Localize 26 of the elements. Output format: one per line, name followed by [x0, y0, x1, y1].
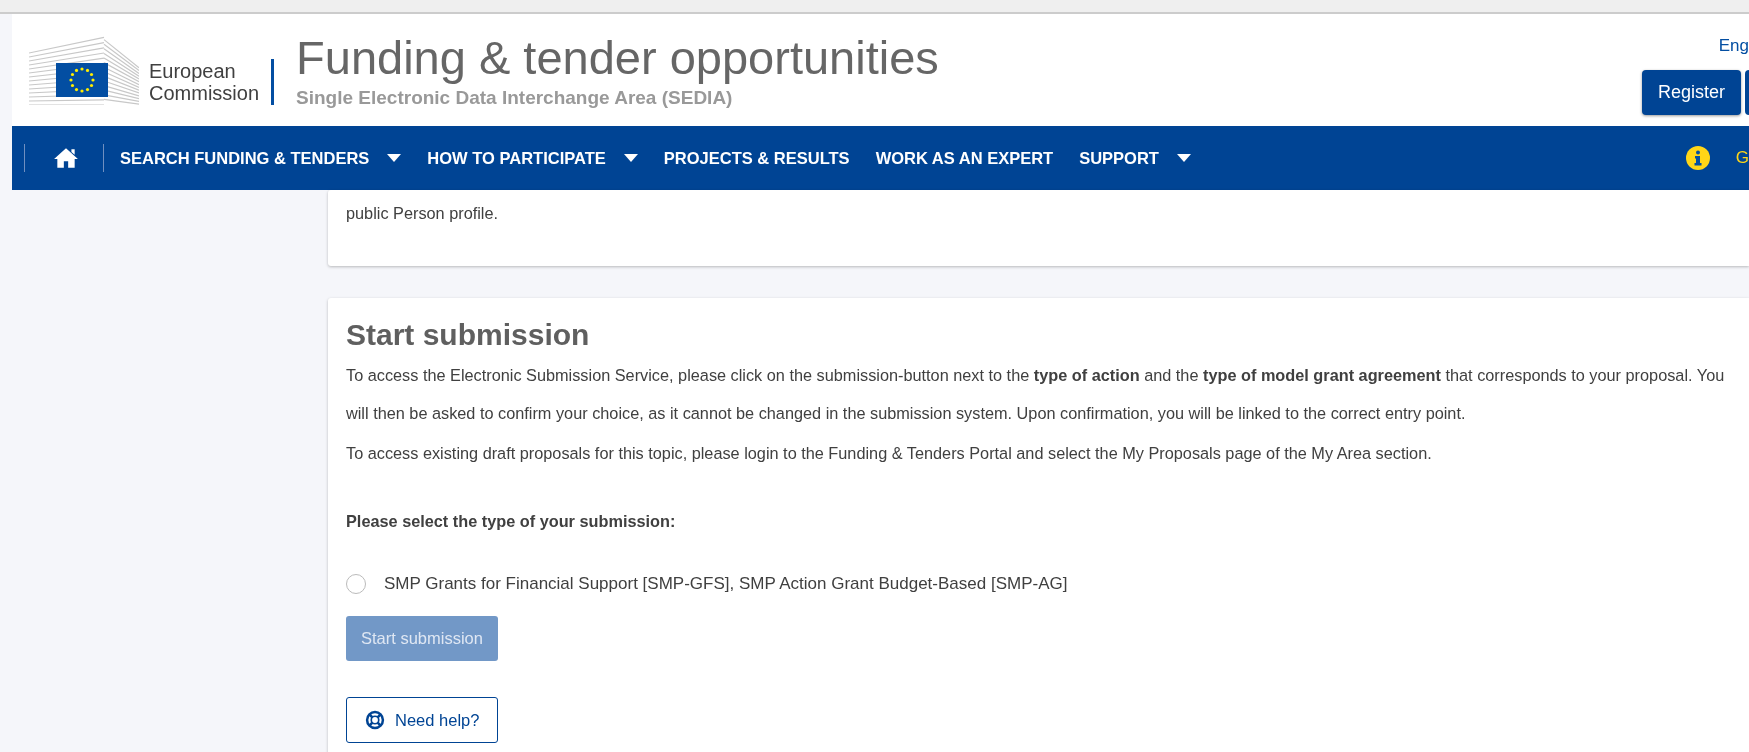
select-label: Please select the type of your submission:	[346, 511, 677, 532]
caret-icon	[387, 154, 402, 162]
nav-menu-item[interactable]: WORK AS AN EXPERT	[875, 148, 1054, 168]
nav-menu-item[interactable]: SUPPORT	[1079, 148, 1191, 168]
nav-link[interactable]: G	[1735, 148, 1749, 168]
nav-menu-item[interactable]: SEARCH FUNDING & TENDERS	[120, 148, 402, 168]
nav-menu-item[interactable]: PROJECTS & RESULTS	[663, 148, 850, 168]
header-button[interactable]	[1745, 70, 1749, 115]
caret-icon	[623, 154, 638, 162]
info-icon[interactable]	[1685, 146, 1710, 170]
logo-wordmark: European Commission	[149, 60, 260, 104]
home-icon[interactable]	[53, 147, 79, 169]
nav-menu-item[interactable]: HOW TO PARTICIPATE	[427, 148, 638, 168]
section-heading: Start submission	[346, 318, 591, 352]
instruction-paragraph: To access the Electronic Submission Service, please click on the submission-button next to the type of action and the type of model grant agreement that corresponds to your proposal. You will then be asked to confirm your choice, as it cannot be changed in the submission system. Upon confirmation, you will be linked to the correct entry point.	[346, 365, 1726, 424]
language-link[interactable]: Eng	[1718, 36, 1749, 56]
register-button[interactable]: Register	[1641, 70, 1741, 115]
site-title: Funding & tender opportunities	[296, 31, 939, 85]
lifebuoy-icon	[365, 710, 385, 730]
european-commission-logo[interactable]	[29, 35, 139, 105]
profile-text: public Person profile.	[346, 203, 500, 224]
caret-icon	[1176, 154, 1191, 162]
need-help-button[interactable]: Need help?	[346, 697, 499, 743]
option-label[interactable]: SMP Grants for Financial Support [SMP-GFS], SMP Action Grant Budget-Based [SMP-AG]	[384, 574, 1068, 594]
site-subtitle: Single Electronic Data Interchange Area (SEDIA)	[296, 87, 734, 109]
instruction-paragraph: To access existing draft proposals for this topic, please login to the Funding & Tenders Portal and select the My Proposals page of the My Area section.	[346, 443, 1433, 464]
